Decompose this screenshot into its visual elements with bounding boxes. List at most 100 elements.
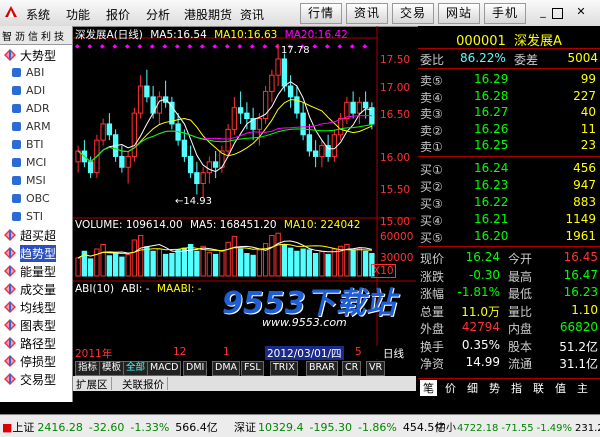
ask-price[interactable]: 16.25 [474, 138, 508, 152]
ask-price[interactable]: 16.26 [474, 122, 508, 136]
tab-extend-area[interactable]: 扩展区 [73, 377, 112, 391]
bid-price[interactable]: 16.20 [474, 229, 508, 243]
vol-ma5-value: 168451.20 [219, 219, 277, 231]
bid-price[interactable]: 16.23 [474, 178, 508, 192]
candle-body [125, 155, 131, 168]
menu-function[interactable]: 功能 [66, 6, 90, 23]
menu-quote[interactable]: 报价 [106, 6, 130, 23]
tree-group[interactable]: 图表型 [0, 316, 72, 334]
bid-price[interactable]: 16.22 [474, 195, 508, 209]
tree-leaf[interactable]: BTI [8, 136, 72, 154]
tree-group-label: 大势型 [20, 49, 57, 63]
mobile-button[interactable]: 手机 [484, 3, 526, 24]
tree-leaf[interactable]: OBC [8, 190, 72, 208]
volume-header: VOLUME: 109614.00 MA5: 168451.20 MA10: 2… [75, 219, 361, 231]
bid-price[interactable]: 16.24 [474, 161, 508, 175]
divider [418, 48, 600, 49]
tab-li2[interactable]: 利 [41, 28, 51, 43]
indicator-tab[interactable]: 全部 [123, 361, 149, 376]
tree-leaf[interactable]: ADI [8, 82, 72, 100]
indicator-tab[interactable]: MACD [147, 361, 182, 376]
indicator-tab[interactable]: FSL [241, 361, 264, 376]
quote-tab[interactable]: 笔 [420, 380, 437, 396]
minimize-icon[interactable]: _ [536, 5, 550, 19]
tab-zhi[interactable]: 智 [2, 28, 12, 43]
quote-tab[interactable]: 联 [530, 380, 547, 396]
tab-ji[interactable]: 技 [54, 28, 64, 43]
tree-leaf[interactable]: ADR [8, 100, 72, 118]
quote-tab[interactable]: 主 [574, 380, 591, 396]
tree-group[interactable]: 均线型 [0, 298, 72, 316]
website-button[interactable]: 网站 [438, 3, 480, 24]
indicator-tab[interactable]: 模板 [99, 361, 125, 376]
timeline-bar[interactable]: 2011年 12 1 2012/03/01/四 5 日线 [73, 346, 416, 361]
quote-tab[interactable]: 值 [552, 380, 569, 396]
detail-value: 1.10 [571, 302, 598, 317]
period-button[interactable]: 日线 [383, 346, 404, 361]
indicator-tab[interactable]: CR [342, 361, 362, 376]
indicator-tab[interactable]: DMI [183, 361, 208, 376]
indicator-tab[interactable]: BRAR [306, 361, 338, 376]
group-icon [4, 319, 16, 331]
close-icon[interactable]: ✕ [574, 5, 588, 19]
tab-li[interactable]: 沥 [15, 28, 25, 43]
trade-button[interactable]: 交易 [392, 3, 434, 24]
volume-bar [200, 245, 206, 277]
tab-xin[interactable]: 信 [28, 28, 38, 43]
market-button[interactable]: 行情 [300, 3, 342, 24]
ask-price[interactable]: 16.27 [474, 105, 508, 119]
indicator-tab[interactable]: VR [366, 361, 386, 376]
detail-label: 内盘 [508, 322, 533, 336]
quote-tab[interactable]: 细 [464, 380, 481, 396]
indicator-tab[interactable]: 指标 [75, 361, 101, 376]
indicator-tab[interactable]: TRIX [270, 361, 298, 376]
quote-tab[interactable]: 势 [486, 380, 503, 396]
sh-index[interactable]: ■上证 2416.28 -32.60 -1.33% 566.4亿 [2, 419, 218, 435]
tree-group[interactable]: 能量型 [0, 262, 72, 280]
tree-leaf[interactable]: MSI [8, 172, 72, 190]
ask-level-label: 卖⑤ [420, 74, 443, 88]
ask-price[interactable]: 16.29 [474, 72, 508, 86]
tree-group[interactable]: 大势型 [0, 46, 72, 64]
tree-group[interactable]: 路径型 [0, 334, 72, 352]
indicator-tab[interactable]: DMA [212, 361, 241, 376]
restore-icon[interactable] [552, 8, 563, 19]
zx-amount: 231.2亿 [575, 423, 600, 434]
tree-group-label: 停损型 [20, 355, 57, 369]
bid-price[interactable]: 16.21 [474, 212, 508, 226]
zx-index[interactable]: 中小4722.18-71.55-1.49%231.2亿 [436, 419, 600, 434]
tree-leaf[interactable]: MCI [8, 154, 72, 172]
event-marker: ◆ [150, 43, 155, 50]
volume-bar [250, 254, 256, 277]
tree-group[interactable]: 停损型 [0, 352, 72, 370]
menu-system[interactable]: 系统 [26, 6, 50, 23]
quote-tab[interactable]: 指 [508, 380, 525, 396]
menu-hk-futures[interactable]: 港股期货 [184, 6, 232, 23]
tree-group[interactable]: 交易型 [0, 370, 72, 388]
tree-group[interactable]: 趋势型 [0, 244, 72, 262]
bid-level-label: 买② [420, 180, 443, 194]
news-button[interactable]: 资讯 [346, 3, 388, 24]
detail-label: 换手 [420, 339, 445, 354]
quote-panel: 000001 深发展A 委比 86.22% 委差 5004 卖⑤ 16.29 99 卖… [418, 26, 600, 396]
menu-analysis[interactable]: 分析 [146, 6, 170, 23]
menu-news[interactable]: 资讯 [240, 6, 264, 23]
candle-body [119, 155, 125, 168]
volume-bar [137, 235, 144, 277]
tree-group[interactable]: 超买超 [0, 226, 72, 244]
low-price-label: ←14.93 [175, 196, 213, 207]
tree-leaf[interactable]: STI [8, 208, 72, 226]
tree-leaf[interactable]: ARM [8, 118, 72, 136]
ask-price[interactable]: 16.28 [474, 89, 508, 103]
detail-value: 66820 [559, 320, 598, 334]
bid-volume: 1149 [565, 212, 596, 226]
sz-index[interactable]: 深证 10329.4 -195.30 -1.86% 454.5亿 [234, 419, 445, 435]
volume-bar [112, 253, 119, 277]
volume-bar [106, 255, 113, 277]
candle-body [356, 101, 363, 114]
tree-group[interactable]: 成交量 [0, 280, 72, 298]
tree-leaf[interactable]: ABI [8, 64, 72, 82]
tab-related-quote[interactable]: 关联报价 [119, 377, 168, 391]
quote-tab[interactable]: 价 [442, 380, 459, 396]
event-marker: ◆ [213, 43, 218, 50]
